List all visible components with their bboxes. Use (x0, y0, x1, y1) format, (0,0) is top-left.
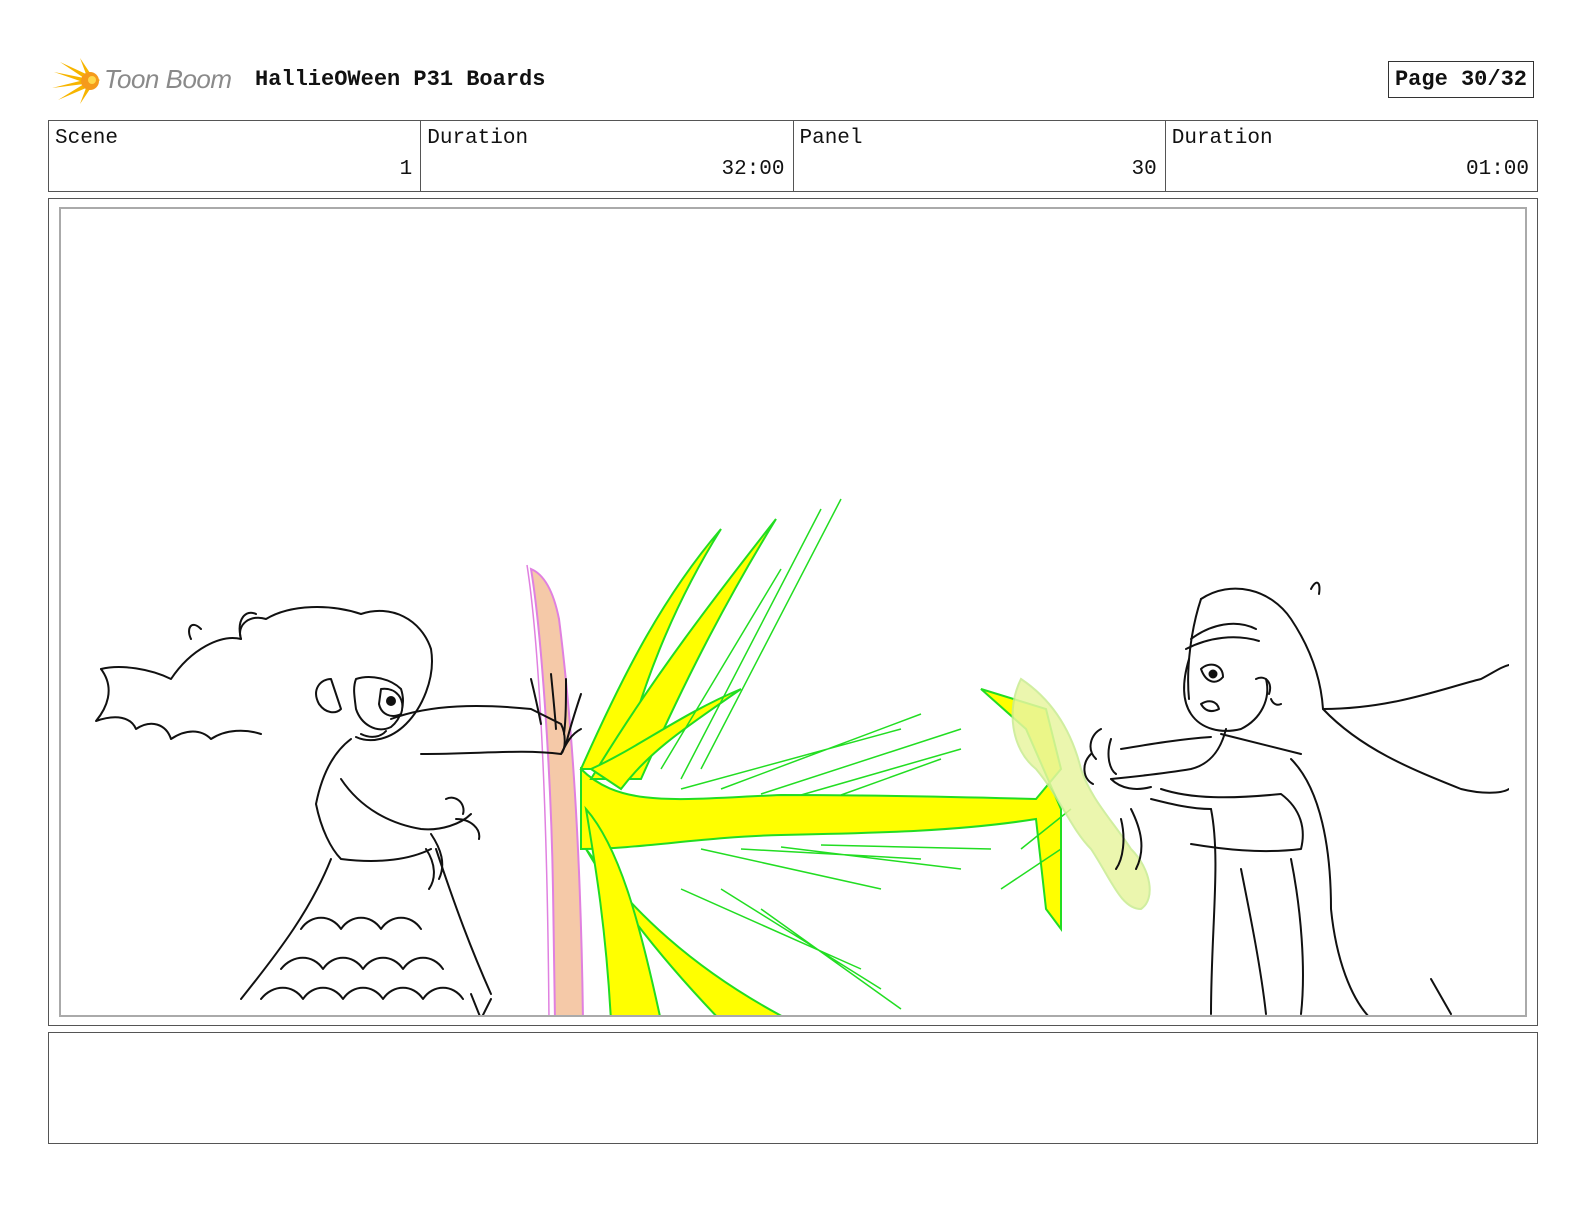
panel-label: Panel (799, 127, 863, 150)
duration-label: Duration (427, 127, 529, 150)
right-character (1083, 581, 1510, 1015)
panel-duration-value: 01:00 (1465, 158, 1529, 181)
panel-duration-cell: Duration 01:00 (1166, 121, 1537, 191)
duration-value: 32:00 (721, 158, 785, 181)
page-header: Toon Boom HallieOWeen P31 Boards (50, 54, 1540, 110)
energy-streaks (660, 498, 1072, 1010)
panel-cell: Panel 30 (794, 121, 1166, 191)
brand-name: Toon Boom (104, 64, 232, 94)
green-glow (1011, 677, 1151, 911)
comet-icon (52, 58, 100, 104)
panel-duration-label: Duration (1171, 127, 1273, 150)
page-number: Page 30/32 (1387, 61, 1534, 98)
panel-notes (48, 1032, 1538, 1144)
panel-drawing-area (59, 207, 1527, 1017)
toon-boom-logo: Toon Boom (50, 54, 240, 110)
panel-value: 30 (1131, 158, 1157, 181)
panel-sketch (95, 498, 1510, 1015)
shield-barrier (526, 564, 584, 1015)
document-title: HallieOWeen P31 Boards (255, 67, 546, 92)
scene-duration-cell: Duration 32:00 (421, 121, 794, 191)
energy-blast (579, 518, 1063, 1015)
scene-value: 1 (399, 158, 413, 181)
scene-label: Scene (55, 127, 119, 150)
scene-cell: Scene 1 (49, 121, 422, 191)
info-row: Scene 1 Duration 32:00 Panel 30 Duration… (48, 120, 1538, 192)
storyboard-panel (48, 198, 1538, 1026)
left-character (95, 606, 582, 1015)
